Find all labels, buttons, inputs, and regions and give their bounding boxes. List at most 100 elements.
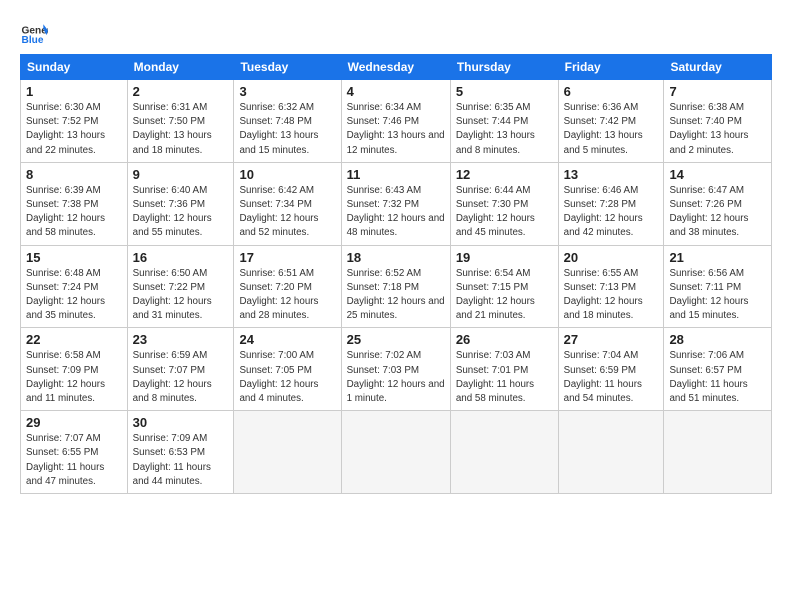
day-info: Sunrise: 7:03 AMSunset: 7:01 PMDaylight:… [456,349,553,406]
day-number: 1 [26,84,122,99]
day-cell-13: 13 Sunrise: 6:46 AMSunset: 7:28 PMDaylig… [558,162,664,245]
week-row-3: 15 Sunrise: 6:48 AMSunset: 7:24 PMDaylig… [21,245,772,328]
svg-text:Blue: Blue [22,35,44,46]
day-cell-26: 26 Sunrise: 7:03 AMSunset: 7:01 PMDaylig… [450,328,558,411]
day-info: Sunrise: 6:44 AMSunset: 7:30 PMDaylight:… [456,184,553,241]
day-number: 19 [456,250,553,265]
day-number: 16 [133,250,229,265]
day-cell-14: 14 Sunrise: 6:47 AMSunset: 7:26 PMDaylig… [664,162,772,245]
day-cell-12: 12 Sunrise: 6:44 AMSunset: 7:30 PMDaylig… [450,162,558,245]
header-saturday: Saturday [664,55,772,80]
day-info: Sunrise: 6:46 AMSunset: 7:28 PMDaylight:… [564,184,659,241]
empty-cell [450,411,558,494]
day-number: 24 [239,332,335,347]
day-cell-30: 30 Sunrise: 7:09 AMSunset: 6:53 PMDaylig… [127,411,234,494]
day-cell-24: 24 Sunrise: 7:00 AMSunset: 7:05 PMDaylig… [234,328,341,411]
day-number: 10 [239,167,335,182]
day-info: Sunrise: 6:36 AMSunset: 7:42 PMDaylight:… [564,101,659,158]
day-info: Sunrise: 6:59 AMSunset: 7:07 PMDaylight:… [133,349,229,406]
day-info: Sunrise: 6:32 AMSunset: 7:48 PMDaylight:… [239,101,335,158]
logo: General Blue [20,18,52,46]
day-number: 5 [456,84,553,99]
day-cell-6: 6 Sunrise: 6:36 AMSunset: 7:42 PMDayligh… [558,80,664,163]
header-monday: Monday [127,55,234,80]
header-sunday: Sunday [21,55,128,80]
weekday-header-row: Sunday Monday Tuesday Wednesday Thursday… [21,55,772,80]
day-number: 11 [347,167,445,182]
day-info: Sunrise: 6:42 AMSunset: 7:34 PMDaylight:… [239,184,335,241]
day-cell-4: 4 Sunrise: 6:34 AMSunset: 7:46 PMDayligh… [341,80,450,163]
day-number: 23 [133,332,229,347]
day-info: Sunrise: 7:04 AMSunset: 6:59 PMDaylight:… [564,349,659,406]
day-cell-2: 2 Sunrise: 6:31 AMSunset: 7:50 PMDayligh… [127,80,234,163]
day-number: 22 [26,332,122,347]
empty-cell [664,411,772,494]
header-tuesday: Tuesday [234,55,341,80]
day-number: 27 [564,332,659,347]
week-row-4: 22 Sunrise: 6:58 AMSunset: 7:09 PMDaylig… [21,328,772,411]
day-cell-11: 11 Sunrise: 6:43 AMSunset: 7:32 PMDaylig… [341,162,450,245]
day-number: 13 [564,167,659,182]
day-number: 4 [347,84,445,99]
week-row-1: 1 Sunrise: 6:30 AMSunset: 7:52 PMDayligh… [21,80,772,163]
day-cell-16: 16 Sunrise: 6:50 AMSunset: 7:22 PMDaylig… [127,245,234,328]
day-info: Sunrise: 7:06 AMSunset: 6:57 PMDaylight:… [669,349,766,406]
day-number: 25 [347,332,445,347]
day-cell-7: 7 Sunrise: 6:38 AMSunset: 7:40 PMDayligh… [664,80,772,163]
day-info: Sunrise: 6:35 AMSunset: 7:44 PMDaylight:… [456,101,553,158]
empty-cell [234,411,341,494]
day-info: Sunrise: 6:31 AMSunset: 7:50 PMDaylight:… [133,101,229,158]
day-number: 28 [669,332,766,347]
day-number: 15 [26,250,122,265]
day-info: Sunrise: 7:09 AMSunset: 6:53 PMDaylight:… [133,432,229,489]
day-info: Sunrise: 6:56 AMSunset: 7:11 PMDaylight:… [669,267,766,324]
header-friday: Friday [558,55,664,80]
day-cell-22: 22 Sunrise: 6:58 AMSunset: 7:09 PMDaylig… [21,328,128,411]
day-cell-17: 17 Sunrise: 6:51 AMSunset: 7:20 PMDaylig… [234,245,341,328]
day-info: Sunrise: 6:50 AMSunset: 7:22 PMDaylight:… [133,267,229,324]
day-info: Sunrise: 6:51 AMSunset: 7:20 PMDaylight:… [239,267,335,324]
day-info: Sunrise: 6:38 AMSunset: 7:40 PMDaylight:… [669,101,766,158]
day-info: Sunrise: 6:43 AMSunset: 7:32 PMDaylight:… [347,184,445,241]
day-number: 2 [133,84,229,99]
empty-cell [341,411,450,494]
day-cell-3: 3 Sunrise: 6:32 AMSunset: 7:48 PMDayligh… [234,80,341,163]
day-cell-25: 25 Sunrise: 7:02 AMSunset: 7:03 PMDaylig… [341,328,450,411]
day-number: 7 [669,84,766,99]
day-number: 8 [26,167,122,182]
day-number: 18 [347,250,445,265]
header-thursday: Thursday [450,55,558,80]
day-info: Sunrise: 6:52 AMSunset: 7:18 PMDaylight:… [347,267,445,324]
day-number: 14 [669,167,766,182]
day-info: Sunrise: 7:00 AMSunset: 7:05 PMDaylight:… [239,349,335,406]
day-cell-29: 29 Sunrise: 7:07 AMSunset: 6:55 PMDaylig… [21,411,128,494]
day-cell-27: 27 Sunrise: 7:04 AMSunset: 6:59 PMDaylig… [558,328,664,411]
day-number: 17 [239,250,335,265]
day-number: 26 [456,332,553,347]
day-cell-1: 1 Sunrise: 6:30 AMSunset: 7:52 PMDayligh… [21,80,128,163]
day-cell-5: 5 Sunrise: 6:35 AMSunset: 7:44 PMDayligh… [450,80,558,163]
day-info: Sunrise: 6:54 AMSunset: 7:15 PMDaylight:… [456,267,553,324]
day-cell-18: 18 Sunrise: 6:52 AMSunset: 7:18 PMDaylig… [341,245,450,328]
week-row-5: 29 Sunrise: 7:07 AMSunset: 6:55 PMDaylig… [21,411,772,494]
day-number: 3 [239,84,335,99]
page: General Blue Sunday Monday Tuesday Wedne… [0,0,792,504]
day-info: Sunrise: 6:39 AMSunset: 7:38 PMDaylight:… [26,184,122,241]
day-info: Sunrise: 6:30 AMSunset: 7:52 PMDaylight:… [26,101,122,158]
day-cell-15: 15 Sunrise: 6:48 AMSunset: 7:24 PMDaylig… [21,245,128,328]
day-info: Sunrise: 6:48 AMSunset: 7:24 PMDaylight:… [26,267,122,324]
header: General Blue [20,18,772,46]
day-number: 30 [133,415,229,430]
day-cell-19: 19 Sunrise: 6:54 AMSunset: 7:15 PMDaylig… [450,245,558,328]
logo-icon: General Blue [20,18,48,46]
day-info: Sunrise: 7:02 AMSunset: 7:03 PMDaylight:… [347,349,445,406]
day-info: Sunrise: 6:58 AMSunset: 7:09 PMDaylight:… [26,349,122,406]
day-number: 9 [133,167,229,182]
day-info: Sunrise: 6:55 AMSunset: 7:13 PMDaylight:… [564,267,659,324]
week-row-2: 8 Sunrise: 6:39 AMSunset: 7:38 PMDayligh… [21,162,772,245]
day-number: 20 [564,250,659,265]
day-number: 12 [456,167,553,182]
day-cell-8: 8 Sunrise: 6:39 AMSunset: 7:38 PMDayligh… [21,162,128,245]
empty-cell [558,411,664,494]
day-info: Sunrise: 6:40 AMSunset: 7:36 PMDaylight:… [133,184,229,241]
